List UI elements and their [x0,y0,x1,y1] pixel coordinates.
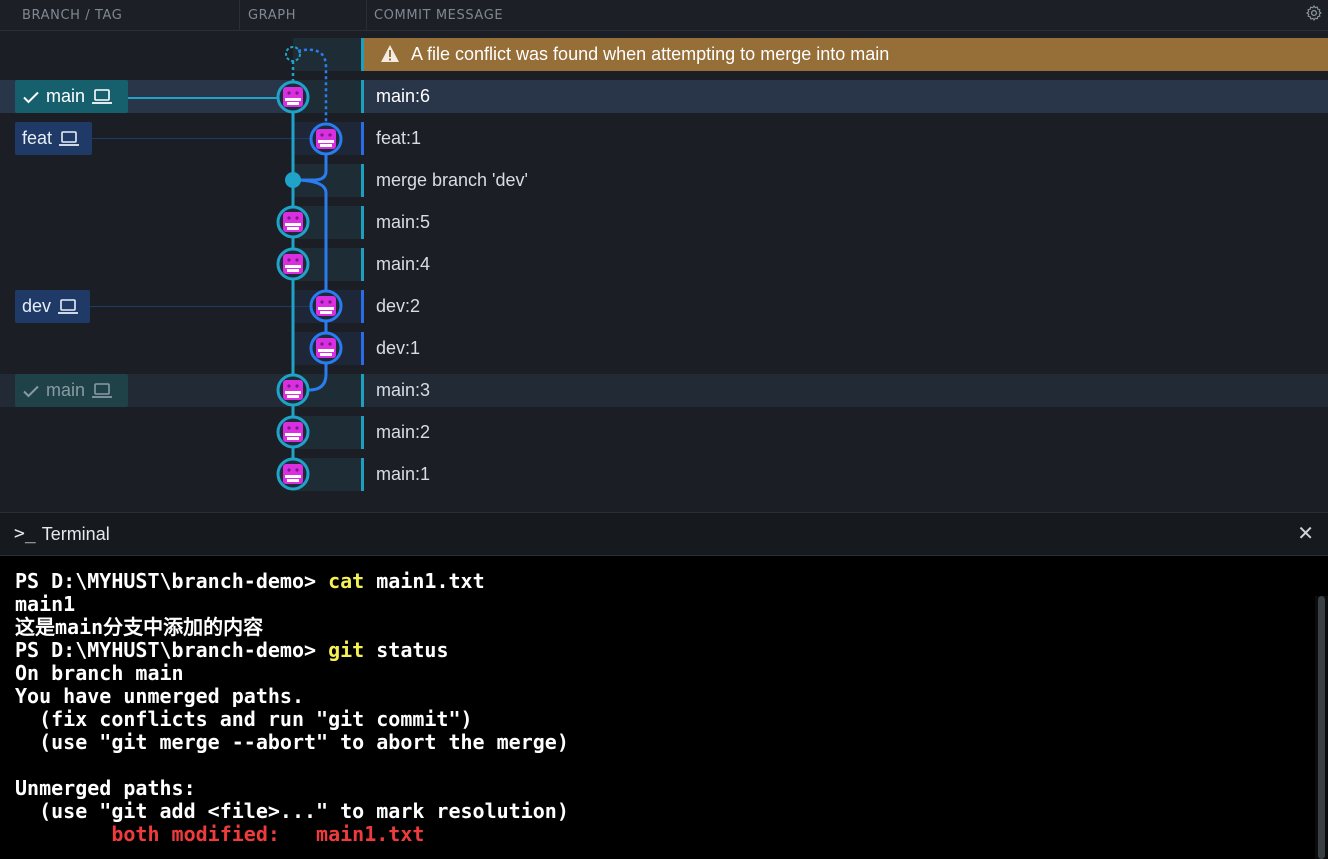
terminal-lines: PS D:\MYHUST\branch-demo> cat main1.txt m… [15,570,569,846]
terminal-text: PS D:\MYHUST\branch-demo> [15,638,329,662]
row-lane-bar [361,248,364,281]
commit-node-main6 [276,80,310,114]
terminal-line: (use "git add <file>..." to mark resolut… [15,800,569,823]
commit-message: dev:1 [376,338,421,358]
gear-icon[interactable] [1305,4,1323,22]
commit-node-main1 [276,457,310,491]
terminal-line: PS D:\MYHUST\branch-demo> git status [15,639,569,662]
commit-node-main2 [276,415,310,449]
terminal-text: PS D:\MYHUST\branch-demo> [15,569,329,593]
row-lane-bar [361,290,364,323]
terminal-text: (fix conflicts and run "git commit") [15,707,473,731]
commit-message: main:2 [376,422,431,442]
commit-message-column-header: COMMIT MESSAGE [374,8,504,23]
terminal-line: Unmerged paths: [15,777,569,800]
terminal-prompt-icon: >_ [14,523,36,544]
terminal-line: 这是main分支中添加的内容 [15,616,569,639]
commit-message: main:1 [376,464,431,484]
close-icon[interactable]: ✕ [1297,513,1314,555]
terminal-line: (fix conflicts and run "git commit") [15,708,569,731]
terminal-text: main1.txt [364,569,485,593]
commit-row[interactable]: dev:1 [361,332,1328,365]
terminal-scrollbar[interactable] [1315,596,1328,859]
row-lane-bar [361,332,364,365]
commit-graph-panel: main feat dev main A file conflict was f… [0,31,1328,512]
row-lane-bar [361,458,364,491]
commit-message: feat:1 [376,128,422,148]
commit-row[interactable]: main:4 [361,248,1328,281]
commit-node-dev2 [309,289,343,323]
terminal-output[interactable]: PS D:\MYHUST\branch-demo> cat main1.txt m… [0,556,1328,859]
commit-node-main5 [276,205,310,239]
terminal-line: On branch main [15,662,569,685]
terminal-line: main1 [15,593,569,616]
commit-row[interactable]: merge branch 'dev' [361,164,1328,197]
row-lane-bar [361,374,364,407]
terminal-text: status [364,638,449,662]
merge-node [285,172,301,188]
terminal-header: >_ Terminal ✕ [0,512,1328,556]
commit-row[interactable]: dev:2 [361,290,1328,323]
terminal-text: (use "git merge --abort" to abort the me… [15,730,569,754]
terminal-command: cat [328,569,365,593]
terminal-text: 这是main分支中添加的内容 [15,615,264,639]
row-lane-bar [361,206,364,239]
row-lane-bar [361,164,364,197]
commit-message: dev:2 [376,296,421,316]
commit-row[interactable]: main:3 [361,374,1328,407]
column-header: BRANCH / TAG GRAPH COMMIT MESSAGE [0,0,1328,31]
commit-row[interactable]: main:1 [361,458,1328,491]
graph-column-header: GRAPH [240,0,367,31]
row-lane-bar [361,416,364,449]
terminal-title: >_ Terminal [14,513,110,555]
commit-row[interactable]: feat:1 [361,122,1328,155]
merge-conflict-warning[interactable]: A file conflict was found when attemptin… [361,38,1328,71]
commit-node-main3 [276,373,310,407]
terminal-line: both modified: main1.txt [15,823,569,846]
terminal-title-text: Terminal [41,524,110,544]
row-lane-bar [361,80,364,113]
terminal-command: git [328,638,365,662]
scrollbar-thumb[interactable] [1318,596,1325,859]
commit-message: main:6 [376,86,431,106]
commit-row[interactable]: main:2 [361,416,1328,449]
terminal-text: You have unmerged paths. [15,684,304,708]
commit-message: main:5 [376,212,431,232]
commit-row[interactable]: main:6 [361,80,1328,113]
row-lane-bar [361,122,364,155]
commit-message: main:3 [376,380,431,400]
commit-row[interactable]: main:5 [361,206,1328,239]
commit-message: merge branch 'dev' [376,170,528,190]
commit-node-main4 [276,247,310,281]
commit-graph [276,46,343,491]
terminal-text: Unmerged paths: [15,776,196,800]
warning-text: A file conflict was found when attemptin… [411,44,890,64]
commit-message: main:4 [376,254,431,274]
terminal-text: (use "git add <file>..." to mark resolut… [15,799,569,823]
commit-node-dev1 [309,331,343,365]
terminal-line: PS D:\MYHUST\branch-demo> cat main1.txt [15,570,569,593]
terminal-line: (use "git merge --abort" to abort the me… [15,731,569,754]
wip-node [285,46,301,62]
commit-node-feat1 [309,122,343,156]
branch-tag-column-header: BRANCH / TAG [0,0,240,31]
row-lane-bar [361,38,364,71]
terminal-text: On branch main [15,661,184,685]
warning-triangle-icon [381,45,399,62]
terminal-line: You have unmerged paths. [15,685,569,708]
terminal-conflict-text: both modified: main1.txt [111,822,425,846]
terminal-text: main1 [15,592,76,616]
